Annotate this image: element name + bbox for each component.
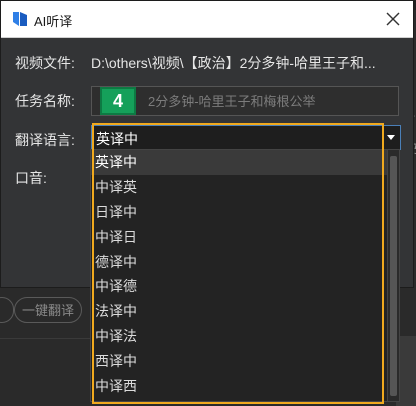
chevron-down-icon[interactable]: [387, 135, 395, 140]
step-number-badge: 4: [100, 87, 136, 115]
one-click-translate-button[interactable]: 一键翻译: [14, 297, 82, 323]
app-logo-icon: [13, 12, 27, 26]
dialog-title: AI听译: [34, 14, 73, 29]
dropdown-option[interactable]: 中译法: [91, 324, 387, 349]
dialog-titlebar: AI听译: [1, 1, 413, 38]
dropdown-option[interactable]: 中译英: [91, 175, 387, 200]
translate-language-select[interactable]: 英译中: [91, 125, 401, 150]
dropdown-option[interactable]: 中译德: [91, 274, 387, 299]
close-icon[interactable]: [379, 5, 407, 33]
dropdown-option[interactable]: 中译日: [91, 225, 387, 250]
dropdown-option[interactable]: 日译中: [91, 200, 387, 225]
video-file-path: D:\others\视频\【政治】2分多钟-哈里王子和...: [91, 55, 376, 71]
scrollbar-thumb[interactable]: [390, 156, 397, 396]
task-name-label: 任务名称:: [15, 93, 75, 109]
dropdown-option[interactable]: 法译中: [91, 299, 387, 324]
dropdown-scrollbar[interactable]: [388, 149, 400, 402]
dropdown-option[interactable]: 英译中: [91, 150, 387, 175]
translate-language-label: 翻译语言:: [15, 132, 75, 148]
accent-label: 口音:: [15, 170, 47, 186]
dropdown-option[interactable]: 中译西: [91, 374, 387, 399]
dropdown-option[interactable]: 德译中: [91, 250, 387, 275]
video-file-label: 视频文件:: [15, 55, 75, 71]
task-name-input[interactable]: [91, 86, 399, 116]
language-dropdown-list: 英译中 中译英 日译中 中译日 德译中 中译德 法译中 中译法 西译中 中译西: [90, 149, 388, 402]
select-current-value: 英译中: [96, 131, 138, 147]
dropdown-option[interactable]: 西译中: [91, 349, 387, 374]
